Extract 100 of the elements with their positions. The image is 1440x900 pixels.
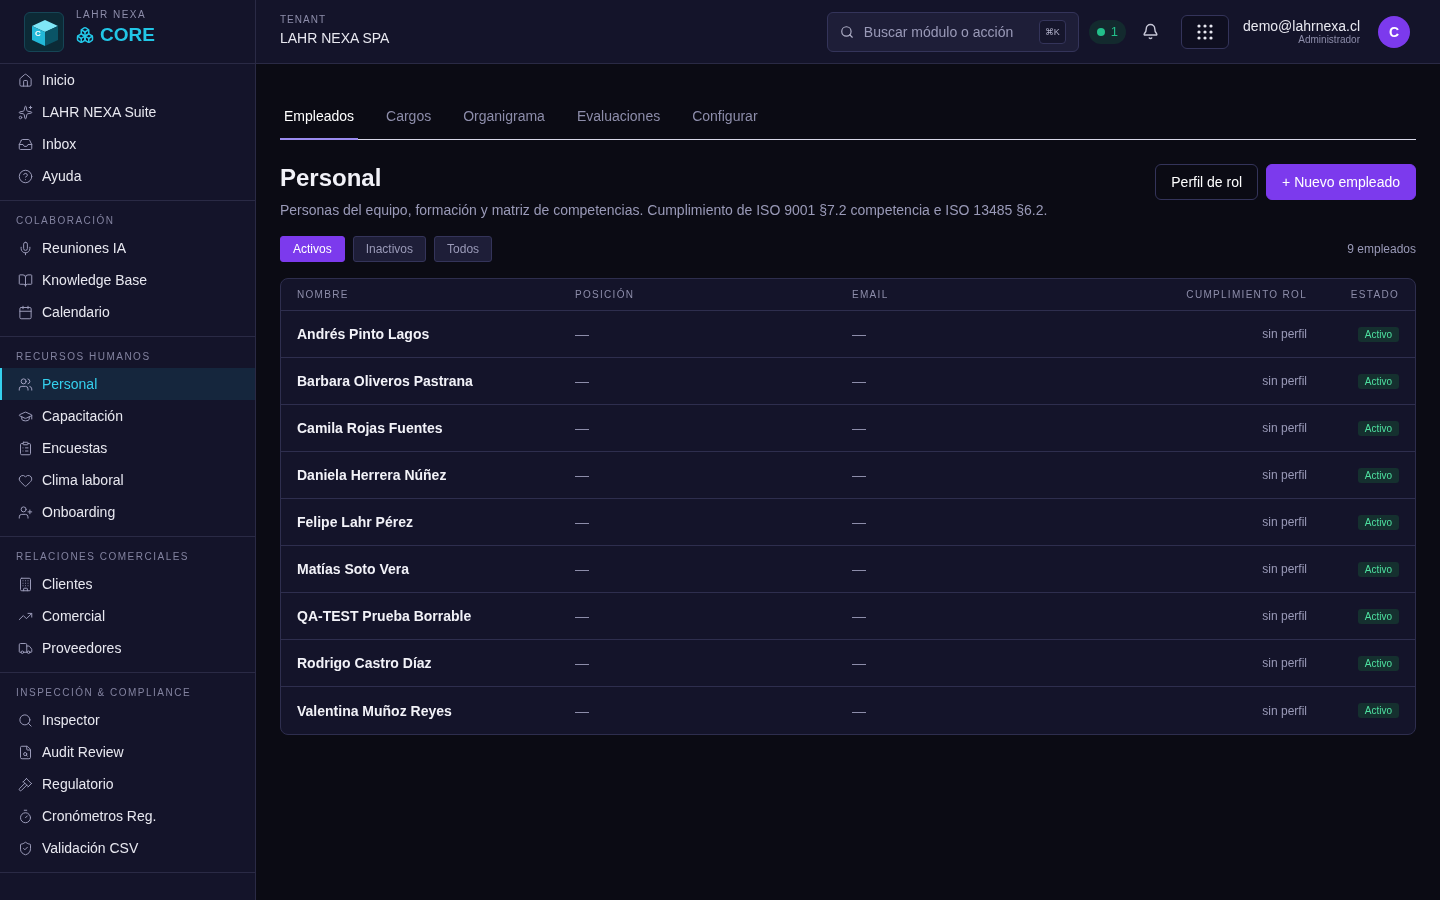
employee-count: 9 empleados: [1347, 242, 1416, 256]
tab[interactable]: Cargos: [370, 98, 448, 140]
user-plus-icon: [18, 504, 33, 520]
tab[interactable]: Empleados: [280, 98, 359, 140]
sidebar-item[interactable]: LAHR NEXA Suite: [0, 96, 255, 128]
employee-name: Valentina Muñoz Reyes: [297, 702, 453, 719]
position-cell-text: —: [575, 467, 590, 483]
sidebar-item[interactable]: Audit Review: [0, 736, 255, 768]
shield-check-icon: [18, 840, 33, 856]
employee-name: Camila Rojas Fuentes: [297, 420, 444, 436]
help-icon: [18, 168, 33, 184]
employee-name: Felipe Lahr Pérez: [297, 514, 414, 530]
sidebar-item[interactable]: Proveedores: [0, 632, 255, 664]
sidebar-item[interactable]: Knowledge Base: [0, 264, 255, 296]
compliance-cell-text: sin perfil: [1261, 468, 1307, 482]
tab[interactable]: Organigrama: [447, 98, 561, 140]
sidebar-item[interactable]: Capacitación: [0, 400, 255, 432]
sidebar-item[interactable]: Clientes: [0, 568, 255, 600]
employee-name: Andrés Pinto Lagos: [297, 326, 431, 342]
email-cell-text: —: [852, 326, 867, 342]
email-cell-text: —: [852, 608, 867, 624]
sidebar-item[interactable]: Inbox: [0, 128, 255, 160]
user-email: demo@lahrnexa.cl: [1243, 18, 1360, 34]
position-cell-text: —: [575, 702, 590, 719]
shortcut-key: ⌘K: [1038, 19, 1066, 44]
user-role: Administrador: [1298, 34, 1360, 45]
compliance-cell-text: sin perfil: [1261, 327, 1307, 341]
apps-button[interactable]: [1181, 14, 1230, 49]
employee-name: QA-TEST Prueba Borrable: [297, 608, 473, 624]
sidebar-item[interactable]: Onboarding: [0, 496, 255, 528]
filter-chip[interactable]: Inactivos: [352, 236, 427, 262]
employee-name: Rodrigo Castro Díaz: [297, 655, 433, 671]
sidebar-item[interactable]: Calendario: [0, 296, 255, 328]
compliance-cell-text: sin perfil: [1261, 374, 1307, 388]
page-description: Personas del equipo, formación y matriz de competencias. Cumplimiento de ISO 9001 §7.2 competencia e ISO 13485 §6.2.: [280, 202, 1048, 218]
status-dot-icon: [1096, 27, 1105, 36]
search-input[interactable]: Buscar módulo o acción: [861, 22, 1031, 41]
calendar-icon: [18, 304, 33, 320]
position-cell-text: —: [575, 514, 590, 530]
position-cell-text: —: [575, 326, 590, 342]
timer-icon: [18, 808, 33, 824]
role-profile-button[interactable]: Perfil de rol: [1155, 164, 1259, 200]
user-avatar[interactable]: C: [1378, 15, 1410, 48]
status-badge: Activo: [1357, 703, 1399, 718]
sidebar-item[interactable]: Validación CSV: [0, 832, 255, 864]
sidebar-item[interactable]: Inicio: [0, 64, 255, 96]
sidebar-item[interactable]: Reuniones IA: [0, 232, 255, 264]
section-title: COLABORACIÓN: [15, 213, 116, 228]
tenant-label: TENANT: [280, 13, 327, 25]
sidebar-item[interactable]: Clima laboral: [0, 464, 255, 496]
status-badge: Activo: [1357, 514, 1399, 530]
building-icon: [18, 576, 33, 592]
status-badge: Activo: [1357, 373, 1399, 389]
truck-icon: [18, 640, 33, 656]
tab[interactable]: Configurar: [676, 98, 774, 140]
brand-name: CORE: [100, 24, 155, 46]
sidebar-item[interactable]: Personal: [0, 368, 255, 400]
email-cell-text: —: [852, 655, 867, 671]
compliance-cell-text: sin perfil: [1261, 609, 1307, 623]
email-cell-text: —: [852, 702, 867, 719]
microphone-icon: [18, 240, 33, 256]
search-field[interactable]: Buscar módulo o acción ⌘K: [826, 11, 1079, 52]
sparkle-icon: [18, 104, 33, 120]
boxes-icon: [76, 26, 94, 44]
sidebar-item[interactable]: Regulatorio: [0, 768, 255, 800]
column-header: ESTADO: [1349, 289, 1399, 300]
status-badge: Activo: [1357, 561, 1399, 577]
status-badge: Activo: [1357, 326, 1399, 342]
tab[interactable]: Evaluaciones: [560, 98, 677, 140]
email-cell-text: —: [852, 420, 867, 436]
filter-chip[interactable]: Activos: [280, 236, 345, 262]
sidebar-item[interactable]: Ayuda: [0, 160, 255, 192]
home-icon: [18, 72, 33, 88]
graduation-cap-icon: [18, 408, 33, 424]
status-badge: Activo: [1357, 655, 1399, 671]
employee-name: Matías Soto Vera: [297, 561, 411, 577]
sidebar-item[interactable]: Cronómetros Reg.: [0, 800, 255, 832]
bell-icon: [1142, 23, 1160, 40]
email-cell-text: —: [852, 514, 867, 530]
compliance-cell-text: sin perfil: [1261, 703, 1307, 718]
position-cell-text: —: [575, 420, 590, 436]
compliance-cell-text: sin perfil: [1261, 515, 1307, 529]
section-title: INSPECCIÓN & COMPLIANCE: [15, 685, 193, 700]
logo-letter: C: [35, 28, 41, 38]
compliance-cell-text: sin perfil: [1261, 421, 1307, 435]
grid-icon: [1197, 23, 1214, 40]
status-badge: Activo: [1357, 608, 1399, 624]
status-badge: Activo: [1357, 467, 1399, 483]
sidebar-item[interactable]: Inspector: [0, 704, 255, 736]
column-header: POSICIÓN: [575, 289, 636, 300]
filter-chip[interactable]: Todos: [434, 236, 493, 262]
section-title: RECURSOS HUMANOS: [15, 350, 152, 364]
search-icon: [18, 712, 33, 728]
sidebar-item[interactable]: Comercial: [0, 600, 255, 632]
new-employee-button[interactable]: + Nuevo empleado: [1266, 164, 1416, 200]
gavel-icon: [18, 776, 33, 792]
sidebar-item[interactable]: Encuestas: [0, 432, 255, 464]
position-cell-text: —: [575, 561, 590, 577]
status-badge: Activo: [1357, 420, 1399, 436]
status-pill[interactable]: 1: [1088, 19, 1127, 44]
